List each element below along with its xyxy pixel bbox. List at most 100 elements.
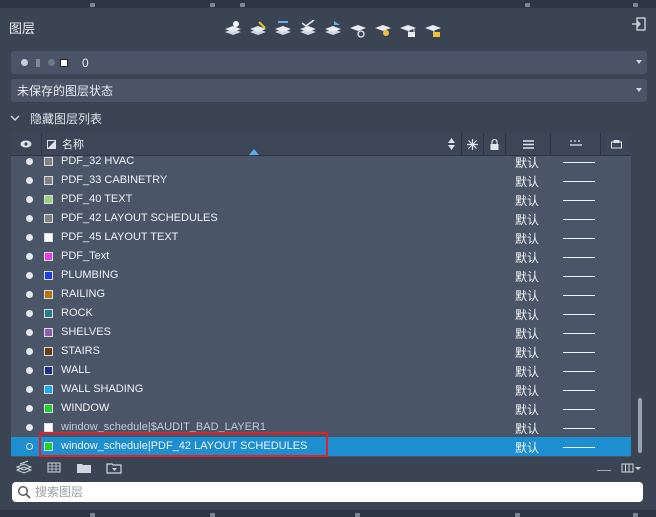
column-plot-style[interactable]: [601, 133, 631, 155]
layer-color-swatch[interactable]: [44, 328, 53, 337]
new-filter-folder-icon[interactable]: [106, 460, 122, 476]
table-row[interactable]: SHELVES 默认: [11, 323, 631, 342]
lineweight-value[interactable]: 默认: [515, 401, 539, 418]
layer-on-icon[interactable]: [374, 20, 392, 38]
set-current-icon[interactable]: [299, 20, 317, 38]
lineweight-value[interactable]: 默认: [515, 344, 539, 361]
new-layer-icon[interactable]: [224, 20, 242, 38]
column-lineweight[interactable]: [506, 133, 551, 155]
layer-color-swatch[interactable]: [44, 233, 53, 242]
lightbulb-icon[interactable]: [26, 215, 33, 222]
layer-name[interactable]: WALL SHADING: [61, 383, 143, 395]
layer-filter-toggle[interactable]: 隐藏图层列表: [10, 110, 102, 126]
layer-color-swatch[interactable]: [44, 176, 53, 185]
linetype-sample[interactable]: [563, 409, 595, 410]
lineweight-value[interactable]: 默认: [515, 420, 539, 437]
table-row[interactable]: PDF_40 TEXT 默认: [11, 190, 631, 209]
table-row[interactable]: ROCK 默认: [11, 304, 631, 323]
table-row[interactable]: WALL 默认: [11, 361, 631, 380]
new-group-filter-icon[interactable]: [46, 460, 62, 476]
lineweight-value[interactable]: 默认: [515, 287, 539, 304]
layer-color-swatch[interactable]: [44, 309, 53, 318]
linetype-sample[interactable]: [563, 352, 595, 353]
search-bar[interactable]: [12, 482, 643, 502]
layer-name[interactable]: PDF_42 LAYOUT SCHEDULES: [61, 212, 218, 224]
layer-name[interactable]: PDF_Text: [61, 250, 109, 262]
table-row[interactable]: RAILING 默认: [11, 285, 631, 304]
layer-color-swatch[interactable]: [44, 385, 53, 394]
layer-color-swatch[interactable]: [44, 404, 53, 413]
exit-icon[interactable]: [631, 16, 647, 32]
lineweight-value[interactable]: 默认: [515, 268, 539, 285]
new-layer-vp-frozen-icon[interactable]: [249, 20, 267, 38]
vertical-scrollbar[interactable]: [634, 133, 647, 457]
linetype-sample[interactable]: [563, 219, 595, 220]
layer-name[interactable]: STAIRS: [61, 345, 100, 357]
layer-color-swatch[interactable]: [44, 195, 53, 204]
lineweight-value[interactable]: 默认: [515, 363, 539, 380]
linetype-sample[interactable]: [563, 371, 595, 372]
lineweight-value[interactable]: 默认: [515, 192, 539, 209]
lightbulb-icon[interactable]: [26, 196, 33, 203]
lightbulb-icon[interactable]: [26, 272, 33, 279]
linetype-sample[interactable]: [563, 200, 595, 201]
lineweight-value[interactable]: 默认: [515, 249, 539, 266]
column-linetype[interactable]: [551, 133, 601, 155]
linetype-sample[interactable]: [563, 276, 595, 277]
lightbulb-icon[interactable]: [26, 253, 33, 260]
folder-icon[interactable]: [76, 460, 92, 476]
lightbulb-icon[interactable]: [26, 158, 33, 165]
table-row[interactable]: PLUMBING 默认: [11, 266, 631, 285]
layer-color-swatch[interactable]: [44, 290, 53, 299]
layer-list[interactable]: PDF_32 HVAC 默认 PDF_33 CABINETRY 默认 PDF_40 TE…: [11, 133, 631, 457]
layer-color-swatch[interactable]: [44, 271, 53, 280]
layer-color-swatch[interactable]: [44, 157, 53, 166]
layer-name[interactable]: RAILING: [61, 288, 105, 300]
lightbulb-icon[interactable]: [26, 329, 33, 336]
layer-name[interactable]: PDF_40 TEXT: [61, 193, 132, 205]
layer-color-swatch[interactable]: [44, 214, 53, 223]
layer-name[interactable]: PDF_33 CABINETRY: [61, 174, 167, 186]
table-row[interactable]: STAIRS 默认: [11, 342, 631, 361]
scrollbar-thumb[interactable]: [638, 398, 642, 453]
linetype-sample[interactable]: [563, 257, 595, 258]
layer-settings-icon[interactable]: [16, 460, 32, 476]
lightbulb-icon[interactable]: [26, 386, 33, 393]
table-row[interactable]: WINDOW 默认: [11, 399, 631, 418]
table-row[interactable]: PDF_45 LAYOUT TEXT 默认: [11, 228, 631, 247]
linetype-sample[interactable]: [563, 314, 595, 315]
linetype-sample[interactable]: [563, 181, 595, 182]
lightbulb-icon[interactable]: [26, 424, 33, 431]
lineweight-value[interactable]: 默认: [515, 382, 539, 399]
lineweight-value[interactable]: 默认: [515, 325, 539, 342]
linetype-sample[interactable]: [563, 238, 595, 239]
layer-name[interactable]: PDF_45 LAYOUT TEXT: [61, 231, 178, 243]
linetype-sample[interactable]: [563, 162, 595, 163]
palette-title-bar[interactable]: [0, 0, 656, 8]
table-row[interactable]: PDF_33 CABINETRY 默认: [11, 171, 631, 190]
layer-name[interactable]: PLUMBING: [61, 269, 118, 281]
table-row[interactable]: WALL SHADING 默认: [11, 380, 631, 399]
column-settings-icon[interactable]: [621, 461, 641, 475]
lightbulb-icon[interactable]: [26, 310, 33, 317]
lightbulb-icon[interactable]: [26, 177, 33, 184]
table-row[interactable]: PDF_Text 默认: [11, 247, 631, 266]
lineweight-value[interactable]: 默认: [515, 173, 539, 190]
lineweight-value[interactable]: 默认: [515, 306, 539, 323]
layer-isolate-icon[interactable]: [349, 20, 367, 38]
current-layer-dropdown[interactable]: 0: [11, 51, 647, 74]
layer-match-icon[interactable]: [324, 20, 342, 38]
linetype-sample[interactable]: [563, 390, 595, 391]
column-lock[interactable]: [484, 133, 506, 155]
linetype-sample[interactable]: [563, 295, 595, 296]
lightbulb-icon[interactable]: [26, 367, 33, 374]
layer-state-dropdown[interactable]: 未保存的图层状态: [11, 79, 647, 102]
lineweight-value[interactable]: 默认: [515, 439, 539, 456]
layer-color-swatch[interactable]: [44, 423, 53, 432]
layer-unlock-icon[interactable]: [424, 20, 442, 38]
layer-color-swatch[interactable]: [44, 347, 53, 356]
linetype-sample[interactable]: [563, 333, 595, 334]
lightbulb-icon[interactable]: [26, 348, 33, 355]
column-freeze[interactable]: [462, 133, 484, 155]
lightbulb-icon[interactable]: [26, 443, 33, 450]
